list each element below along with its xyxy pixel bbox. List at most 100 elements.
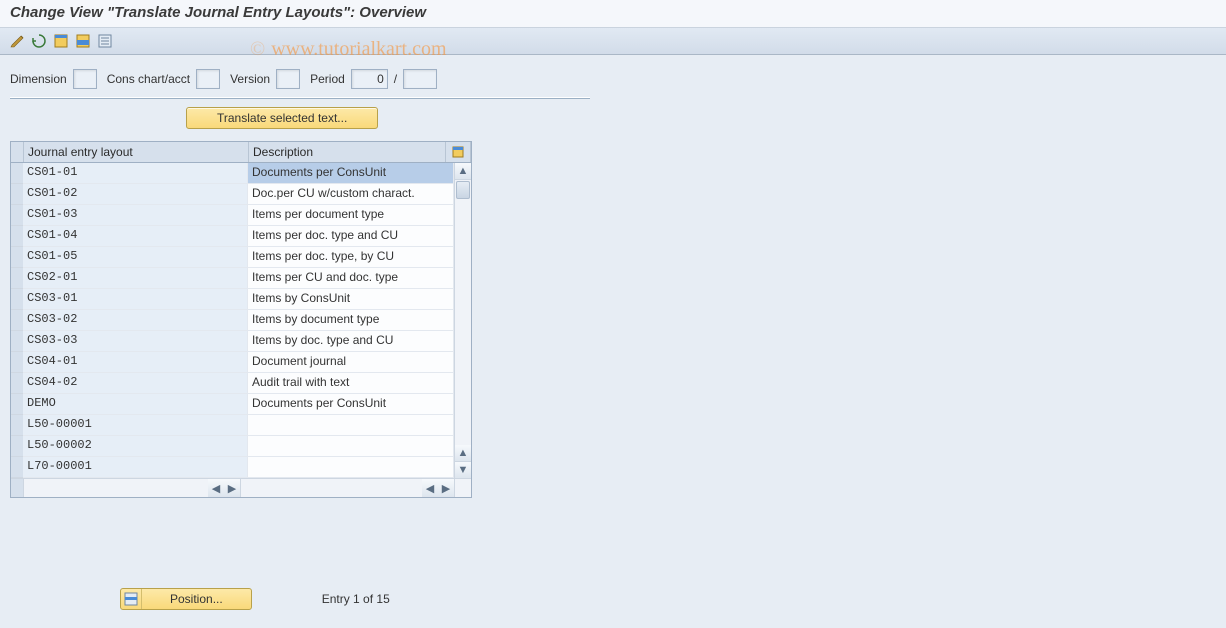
cell-layout[interactable]: CS01-05	[23, 247, 248, 267]
cell-description[interactable]: Items per doc. type, by CU	[248, 247, 454, 267]
cell-layout[interactable]: CS04-02	[23, 373, 248, 393]
dimension-field[interactable]	[73, 69, 97, 89]
table-header: Journal entry layout Description	[11, 142, 471, 163]
cons-chart-field[interactable]	[196, 69, 220, 89]
table-row[interactable]: CS01-03Items per document type	[23, 205, 454, 226]
scroll-up-icon[interactable]: ▲	[455, 163, 471, 180]
cell-description[interactable]: Doc.per CU w/custom charact.	[248, 184, 454, 204]
select-all-icon[interactable]	[52, 32, 70, 50]
table-row[interactable]: L70-00001	[23, 457, 454, 478]
cell-description[interactable]: Items per document type	[248, 205, 454, 225]
row-selector[interactable]	[11, 289, 23, 310]
row-selector[interactable]	[11, 184, 23, 205]
scroll-down-icon[interactable]: ▼	[455, 461, 471, 478]
hscroll-right-icon-2[interactable]: ▶	[438, 479, 454, 497]
row-selector[interactable]	[11, 436, 23, 457]
cell-layout[interactable]: DEMO	[23, 394, 248, 414]
toggle-display-change-icon[interactable]	[8, 32, 26, 50]
cell-description[interactable]: Documents per ConsUnit	[248, 163, 454, 183]
dimension-label: Dimension	[10, 72, 67, 86]
cell-description[interactable]: Items per doc. type and CU	[248, 226, 454, 246]
cell-layout[interactable]: CS03-01	[23, 289, 248, 309]
cell-description[interactable]: Documents per ConsUnit	[248, 394, 454, 414]
cell-layout[interactable]: CS02-01	[23, 268, 248, 288]
table-row[interactable]: CS01-04Items per doc. type and CU	[23, 226, 454, 247]
table-row[interactable]: CS04-02Audit trail with text	[23, 373, 454, 394]
cell-description[interactable]: Audit trail with text	[248, 373, 454, 393]
scroll-up-page-icon[interactable]: ▲	[455, 445, 471, 461]
app-toolbar	[0, 28, 1226, 55]
vertical-scrollbar[interactable]: ▲ ▲ ▼	[454, 163, 471, 478]
table-row[interactable]: CS03-01Items by ConsUnit	[23, 289, 454, 310]
row-selector[interactable]	[11, 310, 23, 331]
cell-layout[interactable]: CS01-03	[23, 205, 248, 225]
position-icon	[121, 589, 142, 609]
entry-count-status: Entry 1 of 15	[322, 592, 390, 606]
cell-layout[interactable]: CS01-01	[23, 163, 248, 183]
row-selector[interactable]	[11, 352, 23, 373]
cell-layout[interactable]: L70-00001	[23, 457, 248, 477]
journal-entry-table: Journal entry layout Description CS01-01…	[10, 141, 472, 498]
select-block-icon[interactable]	[74, 32, 92, 50]
cell-description[interactable]: Document journal	[248, 352, 454, 372]
cell-description[interactable]: Items by document type	[248, 310, 454, 330]
cell-layout[interactable]: CS03-02	[23, 310, 248, 330]
row-selector[interactable]	[11, 247, 23, 268]
col-header-layout[interactable]: Journal entry layout	[24, 142, 249, 162]
cell-layout[interactable]: CS01-02	[23, 184, 248, 204]
hscroll-left-icon[interactable]: ◀	[208, 479, 224, 497]
cell-description[interactable]: Items by doc. type and CU	[248, 331, 454, 351]
row-selector[interactable]	[11, 394, 23, 415]
cons-chart-label: Cons chart/acct	[107, 72, 190, 86]
row-selector[interactable]	[11, 415, 23, 436]
page-title: Change View "Translate Journal Entry Lay…	[0, 0, 1226, 28]
table-settings-icon[interactable]	[446, 142, 471, 162]
deselect-all-icon[interactable]	[96, 32, 114, 50]
table-row[interactable]: CS02-01Items per CU and doc. type	[23, 268, 454, 289]
row-selector[interactable]	[11, 373, 23, 394]
position-button[interactable]: Position...	[120, 588, 252, 610]
table-row[interactable]: L50-00001	[23, 415, 454, 436]
position-button-label: Position...	[142, 589, 251, 609]
cell-description[interactable]	[248, 457, 454, 477]
hscroll-right-icon[interactable]: ▶	[224, 479, 240, 497]
row-selector[interactable]	[11, 457, 23, 478]
cell-layout[interactable]: CS04-01	[23, 352, 248, 372]
translate-selected-text-button[interactable]: Translate selected text...	[186, 107, 378, 129]
horizontal-scrollbar: ◀ ▶ ◀ ▶	[11, 478, 471, 497]
table-row[interactable]: CS01-02Doc.per CU w/custom charact.	[23, 184, 454, 205]
period-slash: /	[394, 72, 397, 86]
other-entry-icon[interactable]	[30, 32, 48, 50]
row-selector[interactable]	[11, 226, 23, 247]
scroll-thumb[interactable]	[456, 181, 470, 199]
cell-layout[interactable]: L50-00001	[23, 415, 248, 435]
footer-bar: Position... Entry 1 of 15	[120, 588, 390, 610]
cell-layout[interactable]: L50-00002	[23, 436, 248, 456]
row-selector[interactable]	[11, 331, 23, 352]
version-field[interactable]	[276, 69, 300, 89]
row-select-all[interactable]	[11, 142, 24, 162]
period-year-field[interactable]	[403, 69, 437, 89]
col-header-description[interactable]: Description	[249, 142, 446, 162]
cell-layout[interactable]: CS03-03	[23, 331, 248, 351]
filter-bar: Dimension Cons chart/acct Version Period…	[0, 55, 1226, 97]
table-row[interactable]: CS01-01Documents per ConsUnit	[23, 163, 454, 184]
period-value-field[interactable]: 0	[351, 69, 388, 89]
table-row[interactable]: L50-00002	[23, 436, 454, 457]
row-selector[interactable]	[11, 268, 23, 289]
version-label: Version	[230, 72, 270, 86]
period-label: Period	[310, 72, 345, 86]
table-row[interactable]: CS03-03Items by doc. type and CU	[23, 331, 454, 352]
table-row[interactable]: CS04-01Document journal	[23, 352, 454, 373]
table-row[interactable]: CS03-02Items by document type	[23, 310, 454, 331]
cell-description[interactable]	[248, 415, 454, 435]
table-row[interactable]: DEMODocuments per ConsUnit	[23, 394, 454, 415]
cell-description[interactable]	[248, 436, 454, 456]
row-selector[interactable]	[11, 163, 23, 184]
cell-description[interactable]: Items by ConsUnit	[248, 289, 454, 309]
table-row[interactable]: CS01-05Items per doc. type, by CU	[23, 247, 454, 268]
cell-layout[interactable]: CS01-04	[23, 226, 248, 246]
cell-description[interactable]: Items per CU and doc. type	[248, 268, 454, 288]
hscroll-left-icon-2[interactable]: ◀	[422, 479, 438, 497]
row-selector[interactable]	[11, 205, 23, 226]
